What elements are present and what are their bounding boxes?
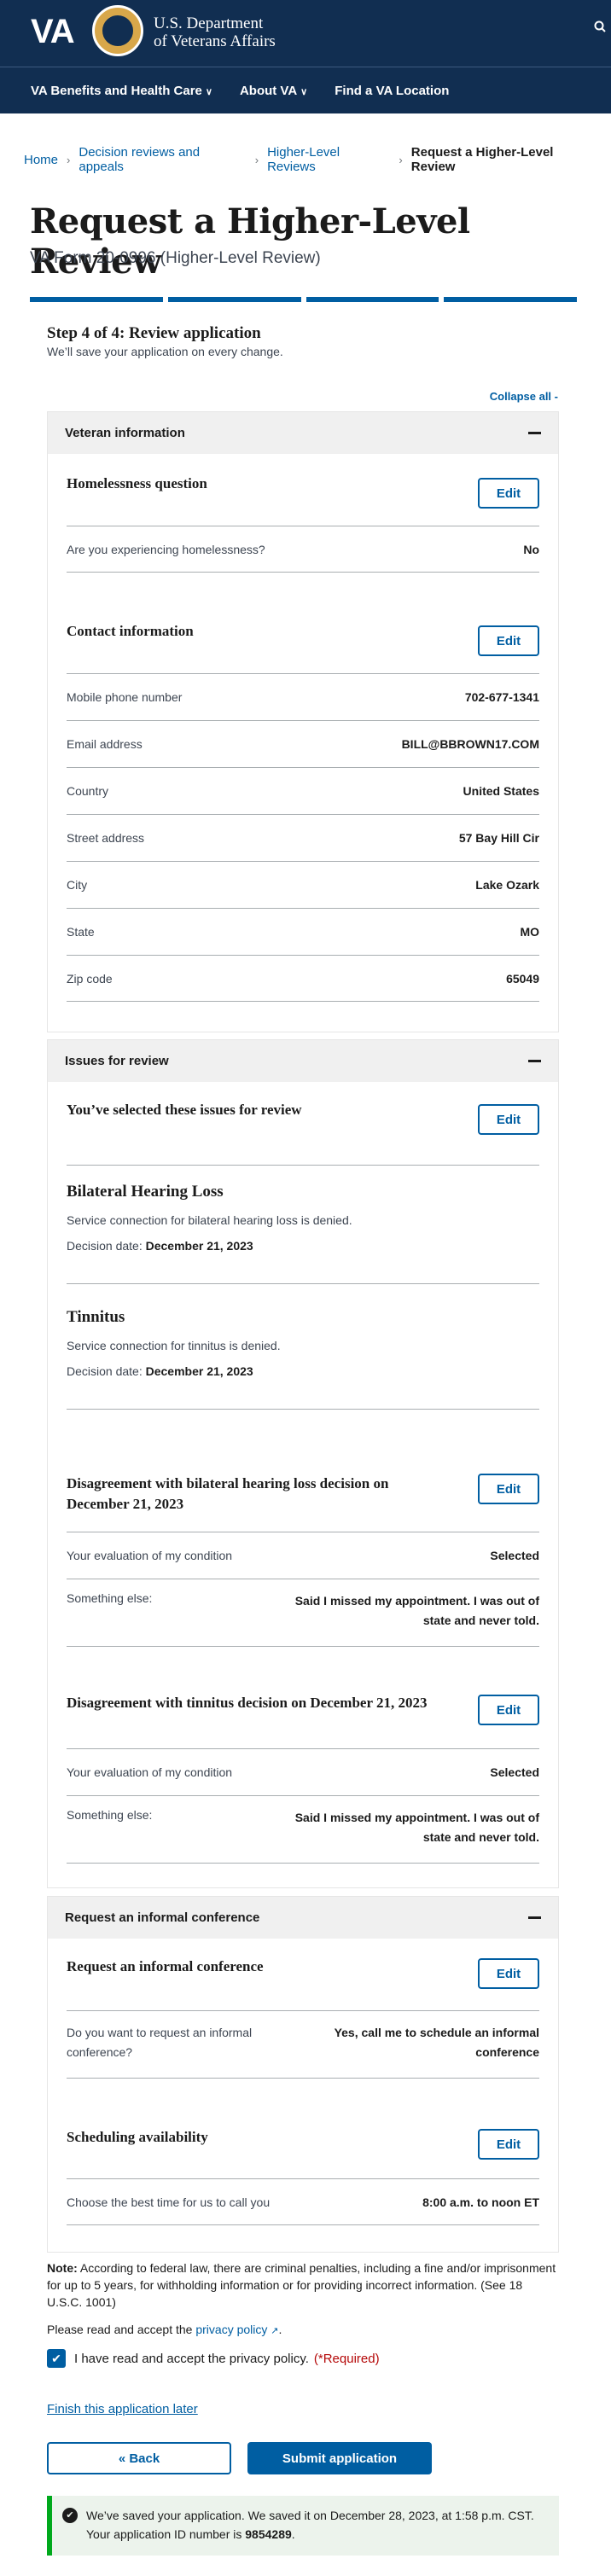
progress-segment (30, 297, 163, 302)
checkbox-checked-icon[interactable]: ✔ (47, 2349, 66, 2368)
form-subtitle: VA Form 20-0996 (Higher-Level Review) (30, 249, 321, 267)
summary-row: Choose the best time for us to call you 8… (67, 2178, 539, 2225)
nav-find-location[interactable]: Find a VA Location (335, 84, 449, 98)
issues-panel: Issues for review You’ve selected these … (47, 1039, 559, 1888)
department-name: U.S. Department of Veterans Affairs (154, 15, 276, 50)
collapse-icon (528, 1916, 541, 1919)
nav-about[interactable]: About VA ∨ (240, 84, 307, 98)
edit-button[interactable]: Edit (478, 478, 539, 509)
issue-card: Bilateral Hearing Loss Service connectio… (67, 1183, 352, 1253)
divider (67, 1165, 539, 1166)
summary-row: State MO (67, 908, 539, 955)
top-bar: VA U.S. Department of Veterans Affairs (0, 0, 611, 67)
conference-panel: Request an informal conference Request a… (47, 1896, 559, 2253)
edit-button[interactable]: Edit (478, 1474, 539, 1504)
divider (67, 1409, 539, 1410)
chevron-down-icon: ∨ (205, 86, 212, 97)
summary-row: City Lake Ozark (67, 861, 539, 908)
breadcrumb: Home › Decision reviews and appeals › Hi… (24, 145, 599, 174)
summary-row: Mobile phone number 702-677-1341 (67, 673, 539, 720)
edit-button[interactable]: Edit (478, 1958, 539, 1989)
save-note: We’ll save your application on every cha… (47, 345, 283, 358)
search-icon[interactable] (594, 20, 606, 35)
check-circle-icon: ✔ (62, 2508, 78, 2523)
privacy-policy-link[interactable]: privacy policy ↗ (195, 2323, 278, 2336)
summary-row: Are you experiencing homelessness? No (67, 526, 539, 573)
chevron-right-icon: › (67, 153, 71, 166)
accordion-header[interactable]: Request an informal conference (48, 1897, 558, 1939)
collapse-icon (528, 432, 541, 434)
scheduling-section: Scheduling availability Edit (67, 2127, 539, 2161)
summary-row: Your evaluation of my condition Selected (67, 1532, 539, 1579)
summary-row: Zip code 65049 (67, 955, 539, 1002)
chevron-right-icon: › (254, 153, 259, 166)
nav-benefits[interactable]: VA Benefits and Health Care ∨ (31, 84, 212, 98)
breadcrumb-hlr[interactable]: Higher-Level Reviews (267, 145, 390, 174)
conference-section: Request an informal conference Edit (67, 1957, 539, 1991)
legal-note: Note: According to federal law, there ar… (47, 2261, 556, 2309)
disagreement-section: Disagreement with tinnitus decision on D… (67, 1693, 539, 1727)
breadcrumb-current: Request a Higher-Level Review (410, 145, 554, 174)
submit-button[interactable]: Submit application (247, 2442, 432, 2474)
chevron-down-icon: ∨ (300, 86, 308, 97)
va-logo[interactable]: VA (31, 13, 75, 51)
issue-card: Tinnitus Service connection for tinnitus… (67, 1308, 281, 1378)
saved-alert: ✔ We’ve saved your application. We saved… (47, 2496, 559, 2556)
required-indicator: (*Required) (313, 2351, 380, 2366)
checkbox-label: I have read and accept the privacy polic… (74, 2351, 309, 2366)
page-title: Request a Higher-Level Review (30, 201, 470, 282)
progress-bar (30, 297, 577, 302)
edit-button[interactable]: Edit (478, 625, 539, 656)
external-link-icon: ↗ (271, 2326, 279, 2336)
summary-row: Your evaluation of my condition Selected (67, 1748, 539, 1795)
breadcrumb-decision-reviews[interactable]: Decision reviews and appeals (79, 145, 246, 174)
finish-later-link[interactable]: Finish this application later (47, 2402, 198, 2416)
breadcrumb-home[interactable]: Home (24, 153, 58, 167)
accordion-header[interactable]: Veteran information (48, 412, 558, 454)
disagreement-section: Disagreement with bilateral hearing loss… (67, 1474, 539, 1518)
accordion-header[interactable]: Issues for review (48, 1040, 558, 1082)
summary-row: Do you want to request an informal confe… (67, 2010, 539, 2079)
progress-segment (444, 297, 577, 302)
main-nav: VA Benefits and Health Care ∨ About VA ∨ F… (0, 67, 611, 113)
collapse-all-button[interactable]: Collapse all - (490, 390, 558, 403)
contact-section: Contact information Edit (67, 621, 539, 656)
progress-segment (167, 297, 301, 302)
summary-row: Street address 57 Bay Hill Cir (67, 814, 539, 861)
edit-button[interactable]: Edit (478, 1104, 539, 1135)
privacy-checkbox-row[interactable]: ✔ I have read and accept the privacy pol… (47, 2349, 380, 2368)
edit-button[interactable]: Edit (478, 2129, 539, 2160)
summary-row: Country United States (67, 767, 539, 814)
divider (67, 1283, 539, 1284)
privacy-prompt: Please read and accept the privacy polic… (47, 2323, 282, 2336)
summary-row: Email address BILL@BBROWN17.COM (67, 720, 539, 767)
chevron-right-icon: › (399, 153, 403, 166)
issues-selected-section: You’ve selected these issues for review … (67, 1100, 539, 1135)
step-heading: Step 4 of 4: Review application (47, 324, 261, 342)
collapse-icon (528, 1060, 541, 1062)
progress-segment (306, 297, 439, 302)
edit-button[interactable]: Edit (478, 1695, 539, 1725)
homeless-section: Homelessness question Edit (67, 474, 539, 509)
summary-row: Something else: Said I missed my appointm… (67, 1795, 539, 1864)
va-seal-icon (92, 5, 143, 56)
veteran-info-panel: Veteran information Homelessness questio… (47, 411, 559, 1032)
summary-row: Something else: Said I missed my appointm… (67, 1579, 539, 1647)
back-button[interactable]: « Back (47, 2442, 231, 2474)
site-header: VA U.S. Department of Veterans Affairs V… (0, 0, 611, 113)
